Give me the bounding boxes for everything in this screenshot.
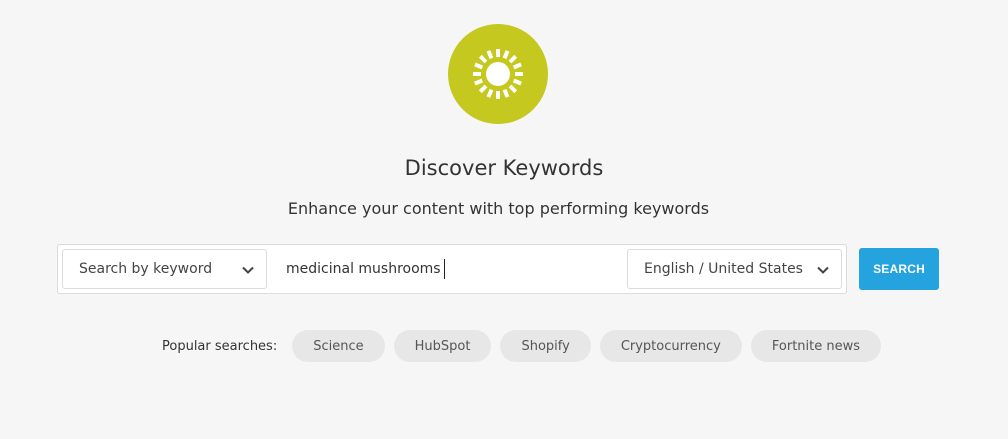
popular-chip-fortnite-news[interactable]: Fortnite news bbox=[750, 330, 882, 362]
sun-icon bbox=[473, 49, 523, 99]
page-subtitle: Enhance your content with top performing… bbox=[287, 199, 710, 218]
search-mode-value: Search by keyword bbox=[79, 261, 213, 277]
locale-value: English / United States bbox=[644, 261, 803, 277]
keyword-input[interactable] bbox=[286, 253, 616, 285]
text-cursor bbox=[443, 259, 445, 279]
popular-searches: Popular searches: Science HubSpot Shopif… bbox=[162, 330, 890, 362]
popular-chip-shopify[interactable]: Shopify bbox=[500, 330, 591, 362]
page-title: Discover Keywords bbox=[404, 156, 604, 180]
search-mode-select[interactable]: Search by keyword bbox=[62, 249, 267, 289]
chevron-down-icon bbox=[242, 266, 254, 274]
search-button[interactable]: SEARCH bbox=[859, 248, 939, 290]
popular-chip-hubspot[interactable]: HubSpot bbox=[393, 330, 492, 362]
popular-chip-cryptocurrency[interactable]: Cryptocurrency bbox=[599, 330, 742, 362]
popular-searches-label: Popular searches: bbox=[162, 338, 278, 354]
popular-chip-science[interactable]: Science bbox=[292, 330, 385, 362]
chevron-down-icon bbox=[817, 266, 829, 274]
locale-select[interactable]: English / United States bbox=[627, 249, 842, 289]
search-bar: Search by keyword English / United State… bbox=[57, 244, 847, 294]
logo-badge bbox=[448, 24, 548, 124]
